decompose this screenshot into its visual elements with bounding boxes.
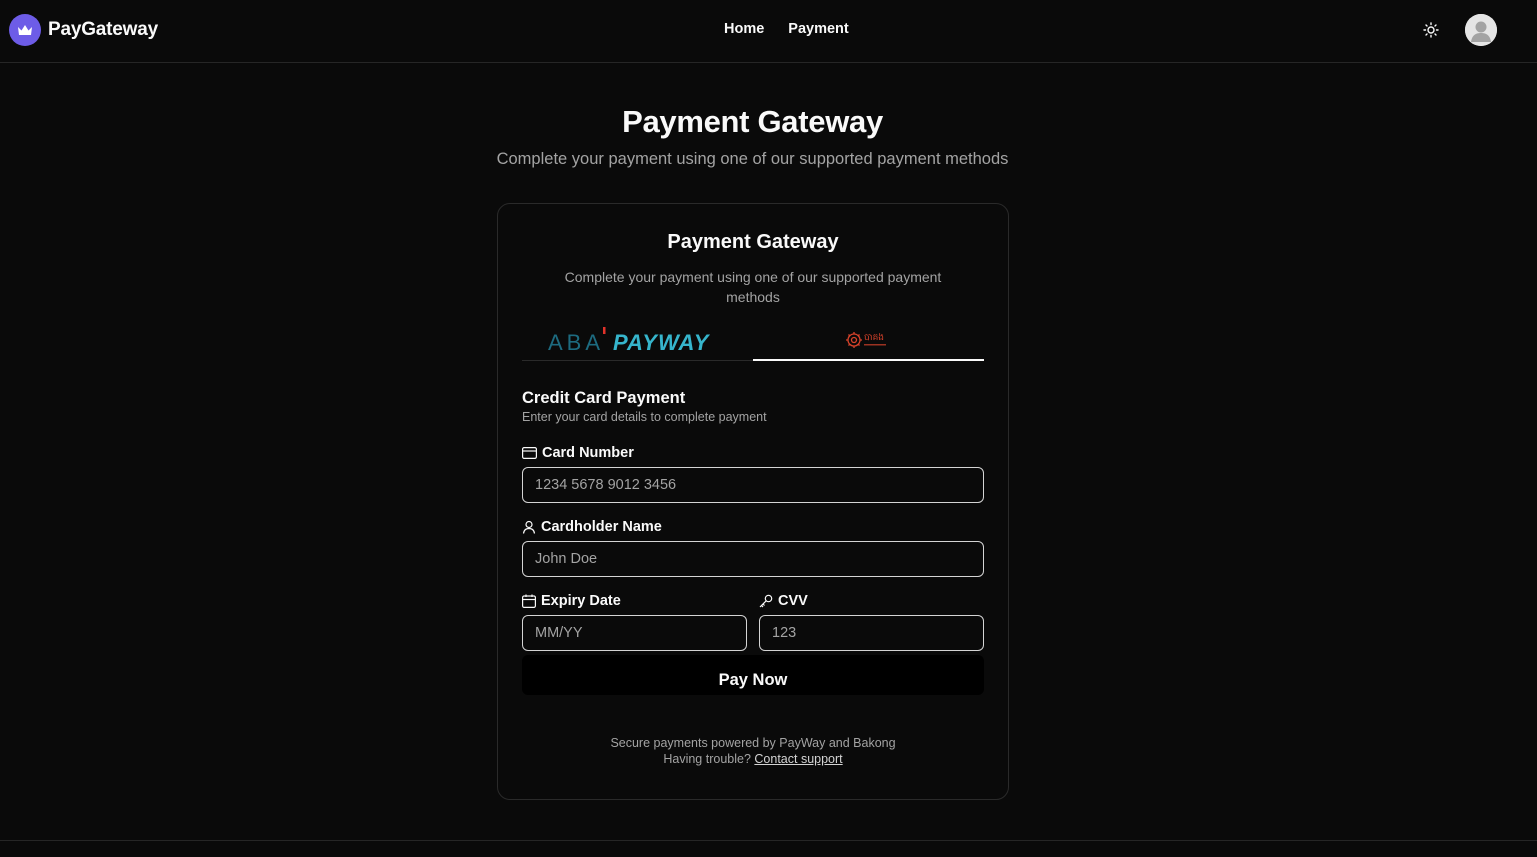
card-footer: Secure payments powered by PayWay and Ba… [498,735,1008,767]
brand-name: PayGateway [48,19,158,40]
card-number-input[interactable] [522,467,984,503]
expiry-date-input[interactable] [522,615,747,651]
footer-help-line: Having trouble? Contact support [498,751,1008,767]
brand[interactable]: PayGateway [9,14,158,46]
payment-method-tabs: ABA PAYWAY បាគង [522,320,984,361]
section-title: Credit Card Payment [522,389,686,407]
calendar-icon [522,594,536,608]
contact-support-link[interactable]: Contact support [754,752,842,766]
cardholder-name-input[interactable] [522,541,984,577]
user-avatar-icon[interactable] [1465,14,1497,46]
credit-card-icon [522,447,537,459]
section-description: Enter your card details to complete paym… [522,410,767,424]
sun-icon[interactable] [1421,20,1441,40]
expiry-date-label-text: Expiry Date [541,593,621,609]
cardholder-name-label-text: Cardholder Name [541,519,662,535]
expiry-date-label: Expiry Date [522,593,621,609]
nav-link-home[interactable]: Home [724,21,764,37]
aba-payway-logo: ABA PAYWAY [548,327,711,355]
card-number-label-text: Card Number [542,445,634,461]
tab-payway[interactable]: ABA PAYWAY [522,320,753,361]
tab-bakong[interactable]: បាគង [753,320,984,361]
bakong-logo-text: បាគង [864,333,884,343]
cvv-label-text: CVV [778,593,808,609]
payway-logo-aba: ABA [548,330,604,355]
crown-icon [9,14,41,46]
nav-link-payment[interactable]: Payment [788,21,848,37]
page-subtitle: Complete your payment using one of our s… [496,150,1009,168]
pay-now-button[interactable]: Pay Now [522,655,984,695]
footer-divider [0,840,1537,841]
cardholder-name-label: Cardholder Name [522,519,662,535]
bakong-logo: បាគង [845,331,886,348]
footer-help-prefix: Having trouble? [663,752,751,766]
card-number-label: Card Number [522,445,634,461]
top-navbar: PayGateway Home Payment [0,0,1537,63]
card-subtitle: Complete your payment using one of our s… [564,269,942,305]
nav-links: Home Payment [724,21,849,37]
card-title: Payment Gateway [667,231,839,253]
payment-card: Payment Gateway Complete your payment us… [497,203,1009,800]
cvv-label: CVV [759,593,808,609]
payway-logo-payway: PAYWAY [613,330,711,355]
cvv-input[interactable] [759,615,984,651]
footer-secure-text: Secure payments powered by PayWay and Ba… [610,736,896,750]
user-icon [522,520,536,534]
page-title: Payment Gateway [622,104,883,139]
key-icon [759,594,773,608]
